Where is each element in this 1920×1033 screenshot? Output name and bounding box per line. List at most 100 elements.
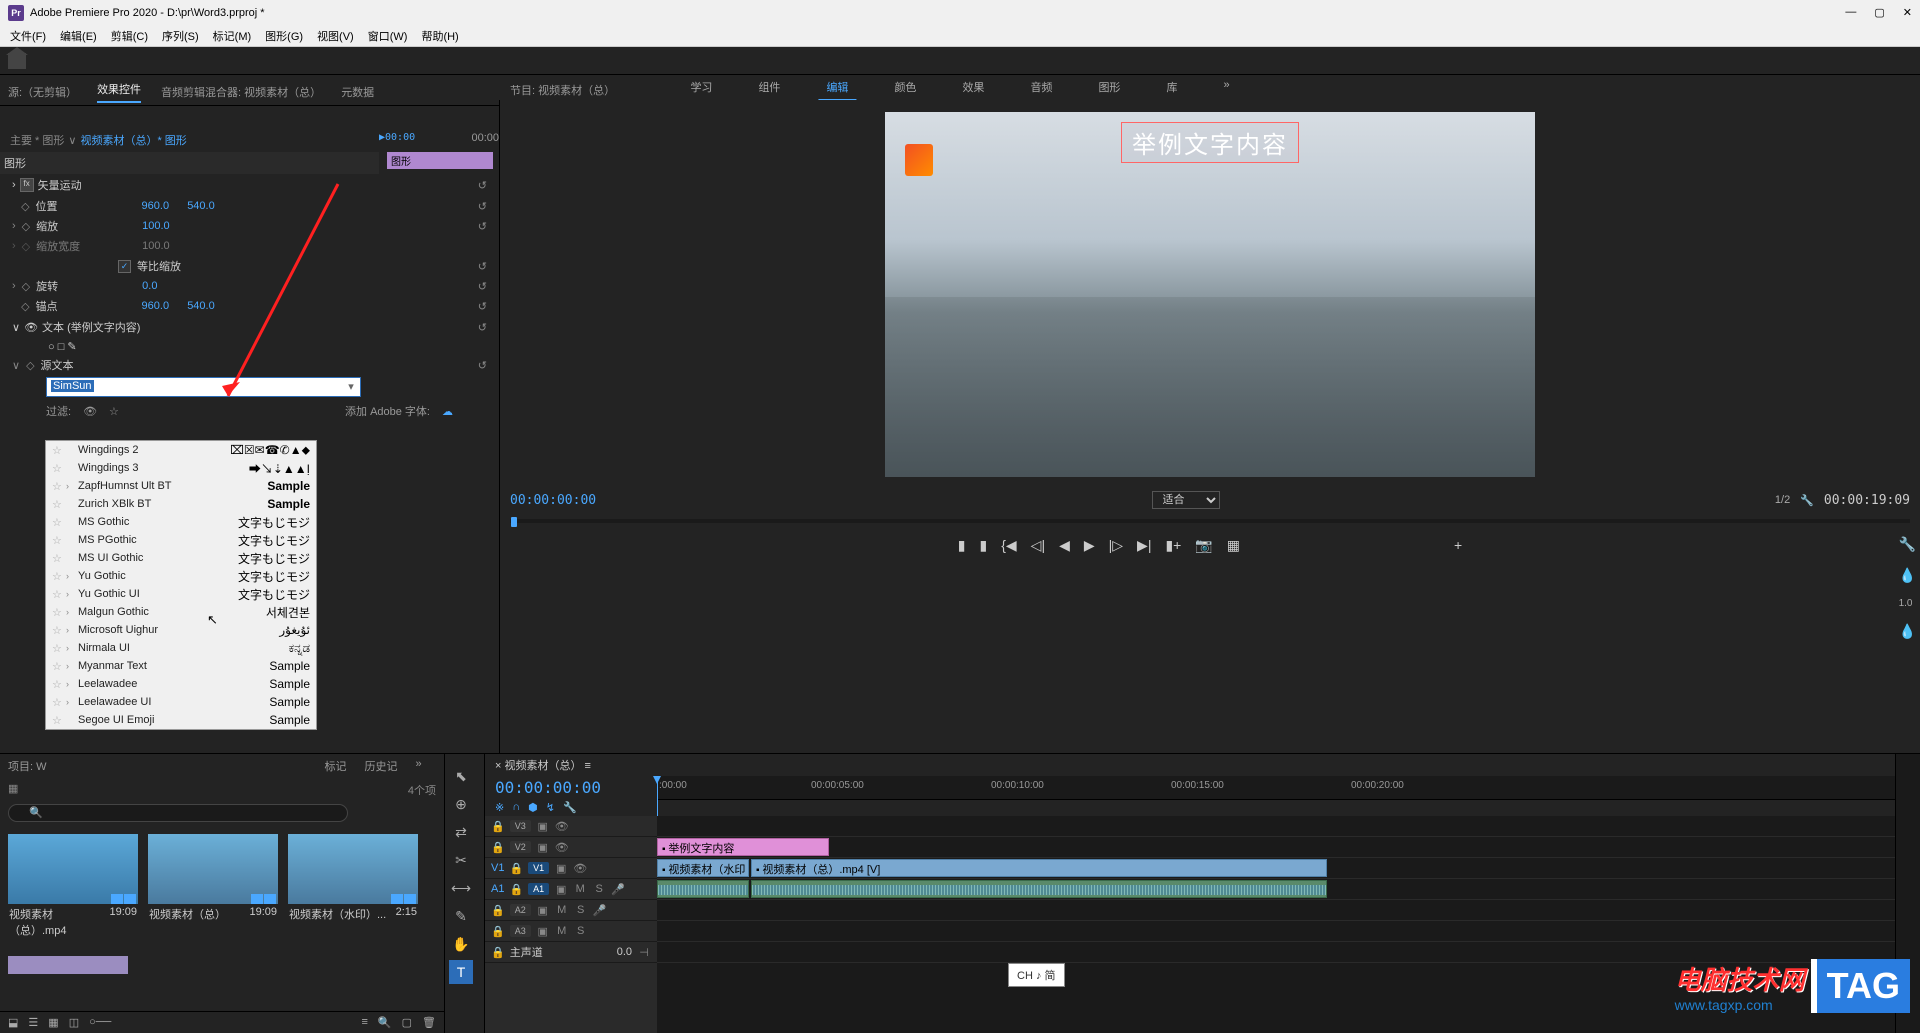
play-button[interactable]: ▶ [1084,537,1095,554]
anchor-x[interactable]: 960.0 [142,300,170,312]
wrench-icon[interactable]: 🔧 [1899,536,1916,553]
mini-clip[interactable]: 图形 [387,152,493,169]
font-option[interactable]: ☆ MS UI Gothic 文字もじモジ [46,549,316,567]
font-option[interactable]: ☆ Wingdings 3 ⮕↘⇣▲▲Ị [46,459,316,477]
font-option[interactable]: ☆ › Leelawadee UI Sample [46,693,316,711]
tab-project[interactable]: 项目: W [8,758,47,774]
mark-in-button[interactable]: ▮ [958,537,966,554]
font-option[interactable]: ☆ Segoe UI Emoji Sample [46,711,316,729]
add-button[interactable]: + [1454,537,1462,554]
star-icon[interactable]: ☆ [52,552,66,565]
star-icon[interactable]: ☆ [52,480,66,493]
video-clip-1[interactable]: ▪ 视频素材（水印 [657,859,749,877]
wrench-icon[interactable]: 🔧 [1800,494,1814,507]
star-icon[interactable]: ☆ [52,462,66,475]
font-option[interactable]: ☆ › ZapfHumnst Ult BT Sample [46,477,316,495]
trash-icon[interactable]: 🗑 [422,1016,436,1029]
font-option[interactable]: ☆ MS Gothic 文字もじモジ [46,513,316,531]
timeline-ruler[interactable]: :00:00 00:00:05:00 00:00:10:00 00:00:15:… [657,776,1895,800]
tab-audio-mixer[interactable]: 音频剪辑混合器: 视频素材（总） [161,84,321,100]
fx-icon[interactable]: fx [20,178,34,192]
find-icon[interactable]: 🔍 [378,1016,392,1029]
mic-icon[interactable]: 🎤 [611,883,625,896]
settings-icon[interactable]: ↯ [546,801,555,814]
slip-tool[interactable]: ⟷ [449,876,473,900]
tab-source[interactable]: 源:（无剪辑） [8,84,77,100]
cloud-icon[interactable]: ☁ [442,405,453,418]
star-icon[interactable]: ☆ [52,696,66,709]
star-icon[interactable]: ☆ [52,660,66,673]
icon-view-icon[interactable]: ▦ [48,1016,58,1029]
lane-v1[interactable]: ▪ 视频素材（水印 ▪ 视频素材（总）.mp4 [V] [657,858,1895,879]
video-clip-2[interactable]: ▪ 视频素材（总）.mp4 [V] [751,859,1327,877]
star-icon[interactable]: ☆ [52,606,66,619]
sort-icon[interactable]: ≡ [362,1016,368,1029]
home-icon[interactable] [8,53,26,69]
font-option[interactable]: ☆ › Microsoft Uighur ئۇيغۇر [46,621,316,639]
star-icon[interactable]: ☆ [52,678,66,691]
anchor-y[interactable]: 540.0 [187,300,215,312]
lane-a3[interactable] [657,921,1895,942]
chevron-down-icon[interactable]: ▾ [344,380,358,393]
bin-item[interactable]: 视频素材（总）.mp419:09 [8,834,138,940]
font-option[interactable]: ☆ Zurich XBlk BT Sample [46,495,316,513]
list-view-icon[interactable]: ☰ [28,1016,38,1029]
star-icon[interactable]: ☆ [52,624,66,637]
snap-icon[interactable]: ※ [495,801,504,814]
lane-v3[interactable] [657,816,1895,837]
text-overlay[interactable]: 举例文字内容 [1121,122,1299,163]
zoom-select[interactable]: 适合 [1152,491,1220,509]
lock-icon[interactable]: 🔒 [491,820,505,833]
star-icon[interactable]: ☆ [52,588,66,601]
star-icon[interactable]: ☆ [52,642,66,655]
menu-sequence[interactable]: 序列(S) [156,26,205,46]
reset-icon[interactable]: ↺ [478,200,487,213]
bin-item[interactable]: 视频素材（水印）...2:15 [288,834,418,940]
star-icon[interactable]: ☆ [52,570,66,583]
hand-tool[interactable]: ✋ [449,932,473,956]
star-icon[interactable]: ☆ [52,534,66,547]
vector-motion[interactable]: 矢量运动 [38,177,82,193]
reset-icon[interactable]: ↺ [478,321,487,334]
overflow-icon[interactable]: » [416,758,422,774]
track-a1[interactable]: A1 [528,883,549,895]
output-icon[interactable]: ▣ [536,820,550,833]
reset-icon[interactable]: ↺ [478,300,487,313]
lock-icon[interactable]: 🔒 [509,883,523,896]
reset-icon[interactable]: ↺ [478,260,487,273]
lane-a2[interactable] [657,900,1895,921]
go-out-button[interactable]: ▮+ [1165,537,1181,554]
next-frame-button[interactable]: |▷ [1109,537,1123,554]
tab-effect-controls[interactable]: 效果控件 [97,81,141,103]
track-v3[interactable]: V3 [510,820,531,832]
menu-file[interactable]: 文件(F) [4,26,52,46]
marker-icon[interactable]: ⬢ [528,801,538,814]
menu-marker[interactable]: 标记(M) [207,26,258,46]
equal-scale-checkbox[interactable]: ✓ [118,260,131,273]
font-option[interactable]: ☆ › Myanmar Text Sample [46,657,316,675]
close-button[interactable]: ✕ [1903,6,1912,19]
step-fwd-button[interactable]: ▶| [1137,537,1151,554]
lane-v2[interactable]: ▪ 举例文字内容 [657,837,1895,858]
search-input[interactable] [8,804,348,822]
shape-tools[interactable]: ○ □ ✎ [48,340,77,353]
track-v2[interactable]: V2 [510,841,531,853]
reset-icon[interactable]: ↺ [478,220,487,233]
font-option[interactable]: ☆ › Yu Gothic UI 文字もじモジ [46,585,316,603]
program-timecode[interactable]: 00:00:00:00 [510,493,596,508]
font-option[interactable]: ☆ › Leelawadee Sample [46,675,316,693]
text-section[interactable]: 文本 (举例文字内容) [42,319,140,335]
scale-value[interactable]: 100.0 [142,220,170,232]
reset-icon[interactable]: ↺ [478,359,487,372]
star-icon[interactable]: ☆ [52,516,66,529]
font-option[interactable]: ☆ › Malgun Gothic 서체견본 [46,603,316,621]
reset-icon[interactable]: ↺ [478,179,487,192]
track-a2[interactable]: A2 [510,904,531,916]
star-icon[interactable]: ☆ [52,498,66,511]
eye-icon[interactable]: 👁 [555,841,569,854]
ripple-tool[interactable]: ⇄ [449,820,473,844]
tab-markers[interactable]: 标记 [325,758,347,774]
text-clip[interactable]: ▪ 举例文字内容 [657,838,829,856]
timeline-timecode[interactable]: 00:00:00:00 [485,776,657,799]
new-bin-icon[interactable]: ⬓ [8,1016,18,1029]
